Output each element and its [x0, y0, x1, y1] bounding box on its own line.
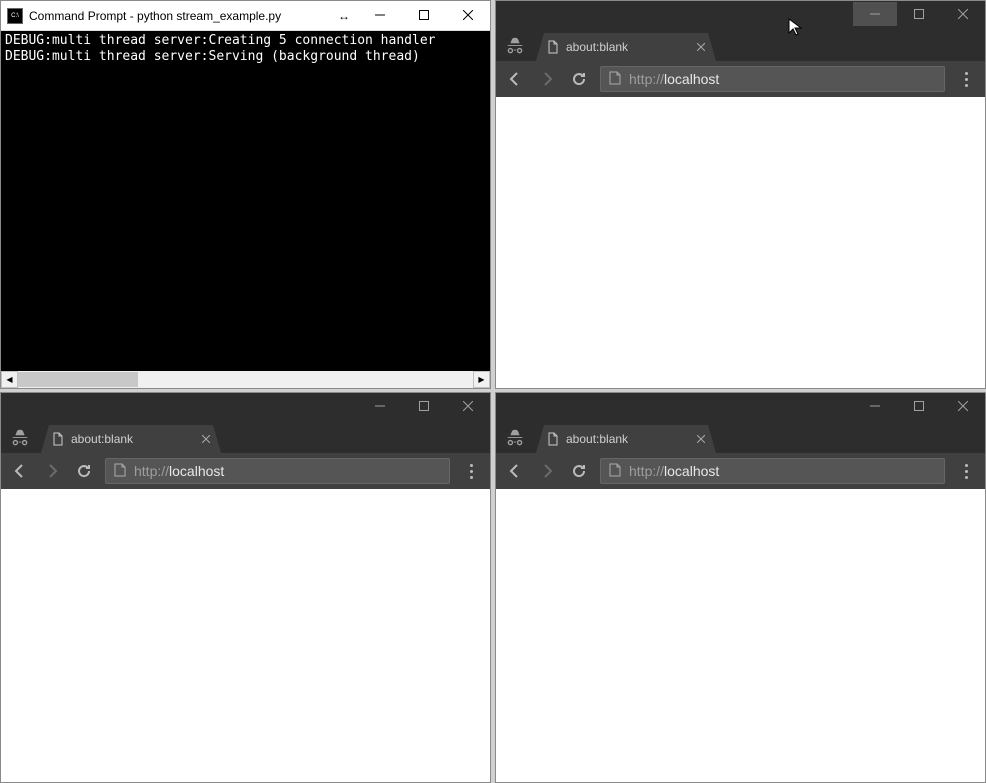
browser-toolbar: http://localhost [496, 453, 985, 489]
browser-titlebar[interactable] [1, 393, 490, 419]
scrollbar-thumb[interactable] [18, 372, 138, 387]
close-button[interactable] [446, 1, 490, 29]
minimize-button[interactable] [853, 394, 897, 418]
page-icon [51, 432, 65, 446]
menu-button[interactable] [955, 460, 977, 482]
url-text: http://localhost [134, 463, 224, 479]
browser-toolbar: http://localhost [1, 453, 490, 489]
browser-titlebar[interactable] [496, 393, 985, 419]
browser-content[interactable] [496, 489, 985, 782]
reload-button[interactable] [568, 460, 590, 482]
horizontal-scrollbar[interactable]: ◀ ▶ [1, 371, 490, 388]
address-bar[interactable]: http://localhost [105, 458, 450, 484]
forward-button[interactable] [536, 68, 558, 90]
url-text: http://localhost [629, 71, 719, 87]
cmd-output[interactable]: DEBUG:multi thread server:Creating 5 con… [1, 31, 490, 371]
minimize-button[interactable] [358, 394, 402, 418]
browser-tab[interactable]: about:blank [536, 425, 716, 453]
page-icon [609, 71, 623, 87]
address-bar[interactable]: http://localhost [600, 458, 945, 484]
incognito-icon [500, 423, 530, 453]
maximize-button[interactable] [897, 2, 941, 26]
reload-button[interactable] [73, 460, 95, 482]
browser-content[interactable] [496, 97, 985, 388]
page-icon [114, 463, 128, 479]
back-button[interactable] [504, 68, 526, 90]
cmd-icon: C:\ [7, 8, 23, 24]
incognito-icon [500, 31, 530, 61]
address-bar[interactable]: http://localhost [600, 66, 945, 92]
minimize-button[interactable] [358, 1, 402, 29]
reload-button[interactable] [568, 68, 590, 90]
browser-window-3: about:blank http://localhost [495, 392, 986, 783]
close-button[interactable] [941, 2, 985, 26]
menu-button[interactable] [460, 460, 482, 482]
close-button[interactable] [446, 394, 490, 418]
tab-title: about:blank [566, 432, 688, 446]
browser-content[interactable] [1, 489, 490, 782]
page-icon [546, 40, 560, 54]
maximize-button[interactable] [897, 394, 941, 418]
scrollbar-track[interactable] [18, 371, 473, 388]
cmd-titlebar[interactable]: C:\ Command Prompt - python stream_examp… [1, 1, 490, 31]
browser-window-1: about:blank http://localhost [495, 0, 986, 389]
minimize-button[interactable] [853, 2, 897, 26]
tab-title: about:blank [71, 432, 193, 446]
page-icon [609, 463, 623, 479]
maximize-button[interactable] [402, 1, 446, 29]
tab-title: about:blank [566, 40, 688, 54]
page-icon [546, 432, 560, 446]
tab-bar: about:blank [496, 419, 985, 453]
browser-titlebar[interactable] [496, 1, 985, 27]
browser-toolbar: http://localhost [496, 61, 985, 97]
tab-close-icon[interactable] [694, 40, 708, 54]
close-button[interactable] [941, 394, 985, 418]
back-button[interactable] [504, 460, 526, 482]
scroll-left-button[interactable]: ◀ [1, 371, 18, 388]
browser-tab[interactable]: about:blank [536, 33, 716, 61]
incognito-icon [5, 423, 35, 453]
tab-close-icon[interactable] [199, 432, 213, 446]
command-prompt-window: C:\ Command Prompt - python stream_examp… [0, 0, 491, 389]
forward-button[interactable] [536, 460, 558, 482]
scroll-right-button[interactable]: ▶ [473, 371, 490, 388]
resize-handle-icon[interactable]: ↔ [338, 9, 350, 23]
cmd-line: DEBUG:multi thread server:Serving (backg… [5, 49, 486, 65]
browser-window-2: about:blank http://localhost [0, 392, 491, 783]
cmd-line: DEBUG:multi thread server:Creating 5 con… [5, 33, 486, 49]
url-text: http://localhost [629, 463, 719, 479]
maximize-button[interactable] [402, 394, 446, 418]
tab-close-icon[interactable] [694, 432, 708, 446]
back-button[interactable] [9, 460, 31, 482]
cmd-title: Command Prompt - python stream_example.p… [29, 9, 330, 23]
menu-button[interactable] [955, 68, 977, 90]
tab-bar: about:blank [1, 419, 490, 453]
browser-tab[interactable]: about:blank [41, 425, 221, 453]
tab-bar: about:blank [496, 27, 985, 61]
forward-button[interactable] [41, 460, 63, 482]
